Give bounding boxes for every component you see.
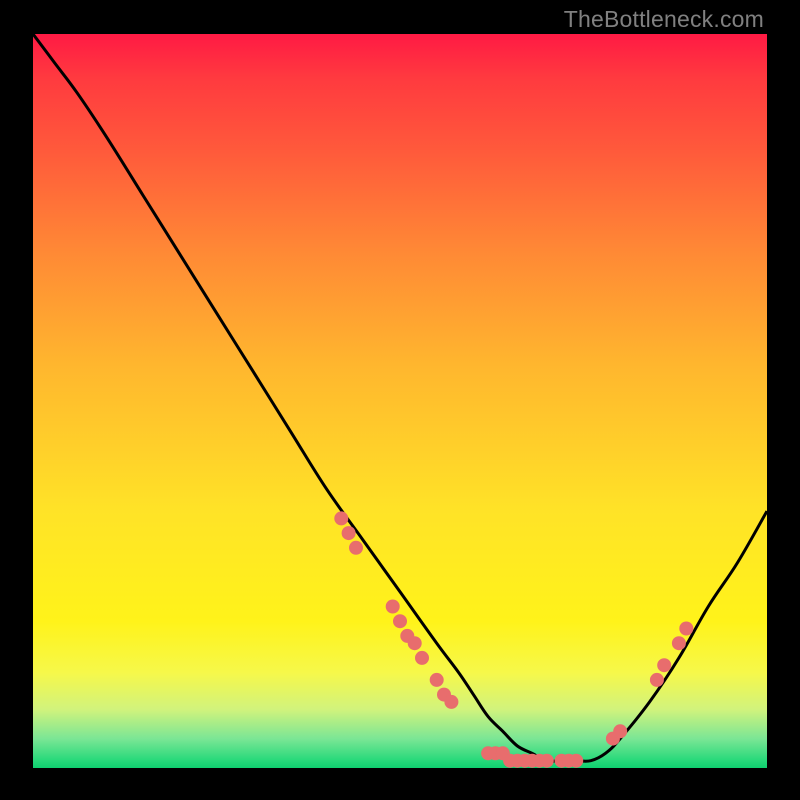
data-marker	[386, 600, 400, 614]
data-marker	[650, 673, 664, 687]
data-marker	[393, 614, 407, 628]
data-marker	[415, 651, 429, 665]
data-marker	[657, 658, 671, 672]
attribution-label: TheBottleneck.com	[564, 6, 764, 33]
bottleneck-curve-path	[33, 34, 767, 761]
data-marker	[342, 526, 356, 540]
data-marker	[444, 695, 458, 709]
data-marker	[349, 541, 363, 555]
chart-frame: TheBottleneck.com	[0, 0, 800, 800]
data-marker	[408, 636, 422, 650]
plot-area	[33, 34, 767, 768]
data-marker	[540, 754, 554, 768]
data-marker	[334, 511, 348, 525]
data-marker	[613, 724, 627, 738]
data-marker	[569, 754, 583, 768]
data-marker	[672, 636, 686, 650]
marker-group	[334, 511, 693, 767]
data-marker	[430, 673, 444, 687]
data-marker	[679, 622, 693, 636]
chart-svg	[33, 34, 767, 768]
